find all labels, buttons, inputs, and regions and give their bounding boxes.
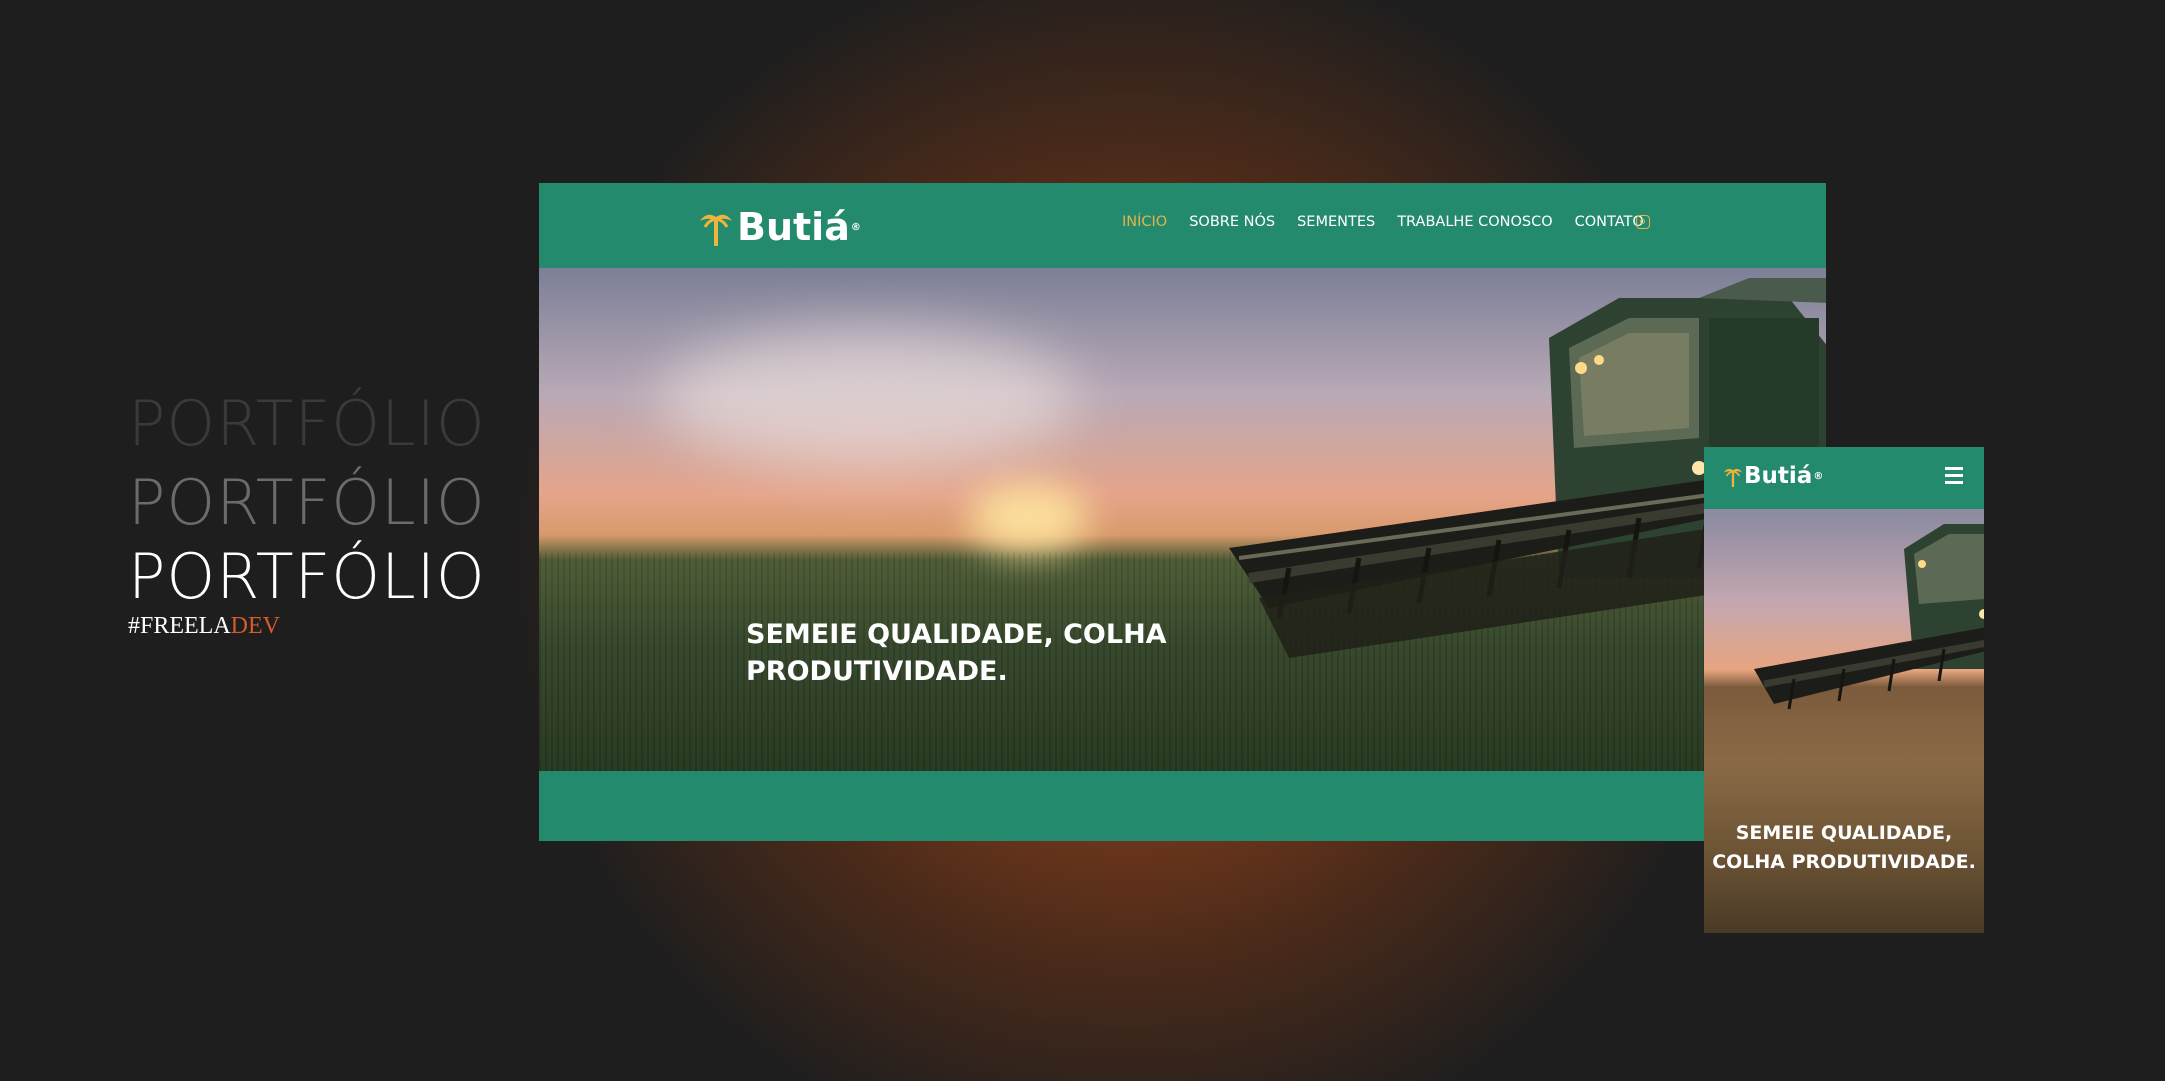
logo-text: Butiá xyxy=(737,205,850,249)
tag-suffix: DEV xyxy=(230,613,280,639)
mobile-hero-headline: SEMEIE QUALIDADE, COLHA PRODUTIVIDADE. xyxy=(1704,819,1984,877)
desktop-hero-headline: SEMEIE QUALIDADE, COLHA PRODUTIVIDADE. xyxy=(746,619,1167,687)
mobile-navbar: Butiá ® xyxy=(1704,447,1984,509)
portfolio-heading-faded: PORTFÓLIO xyxy=(128,387,486,460)
tag-prefix: #FREELA xyxy=(128,613,231,639)
desktop-footer-band xyxy=(539,771,1826,841)
desktop-navbar: Butiá ® INÍCIO SOBRE NÓS SEMENTES TRABALH… xyxy=(539,183,1826,268)
nav-item-inicio[interactable]: INÍCIO xyxy=(1122,214,1167,230)
nav-item-sobre-nos[interactable]: SOBRE NÓS xyxy=(1189,214,1275,230)
desktop-hero-banner: SEMEIE QUALIDADE, COLHA PRODUTIVIDADE. xyxy=(539,268,1826,771)
sunset-glow xyxy=(969,483,1089,553)
nav-item-sementes[interactable]: SEMENTES xyxy=(1297,214,1375,230)
mobile-hero-banner: SEMEIE QUALIDADE, COLHA PRODUTIVIDADE. xyxy=(1704,509,1984,933)
desktop-nav-menu: INÍCIO SOBRE NÓS SEMENTES TRABALHE CONOS… xyxy=(1122,214,1644,230)
desktop-mockup: Butiá ® INÍCIO SOBRE NÓS SEMENTES TRABALH… xyxy=(539,183,1826,841)
logo-text: Butiá xyxy=(1744,463,1813,489)
nav-item-contato[interactable]: CONTATO xyxy=(1575,214,1644,230)
mobile-logo[interactable]: Butiá ® xyxy=(1722,463,1823,489)
mobile-mockup: Butiá ® SEMEIE QUALIDADE, COLHA PRODUTIVI… xyxy=(1704,447,1984,933)
instagram-icon[interactable] xyxy=(1636,215,1650,229)
freeladev-tag: #FREELADEV xyxy=(128,613,280,640)
hamburger-menu-icon[interactable] xyxy=(1945,467,1963,485)
palm-logo-icon xyxy=(1723,468,1743,487)
desktop-logo[interactable]: Butiá ® xyxy=(697,205,861,249)
portfolio-heading-main: PORTFÓLIO xyxy=(128,540,486,613)
mobile-hero-headline-text: SEMEIE QUALIDADE, COLHA PRODUTIVIDADE. xyxy=(1712,822,1976,873)
cloud-highlight xyxy=(659,328,1079,468)
nav-item-trabalhe-conosco[interactable]: TRABALHE CONOSCO xyxy=(1397,214,1552,230)
registered-mark: ® xyxy=(850,221,861,233)
portfolio-heading-mid: PORTFÓLIO xyxy=(128,466,486,539)
combine-harvester-image xyxy=(1754,524,1984,710)
registered-mark: ® xyxy=(1813,470,1824,482)
palm-logo-icon xyxy=(700,214,732,246)
